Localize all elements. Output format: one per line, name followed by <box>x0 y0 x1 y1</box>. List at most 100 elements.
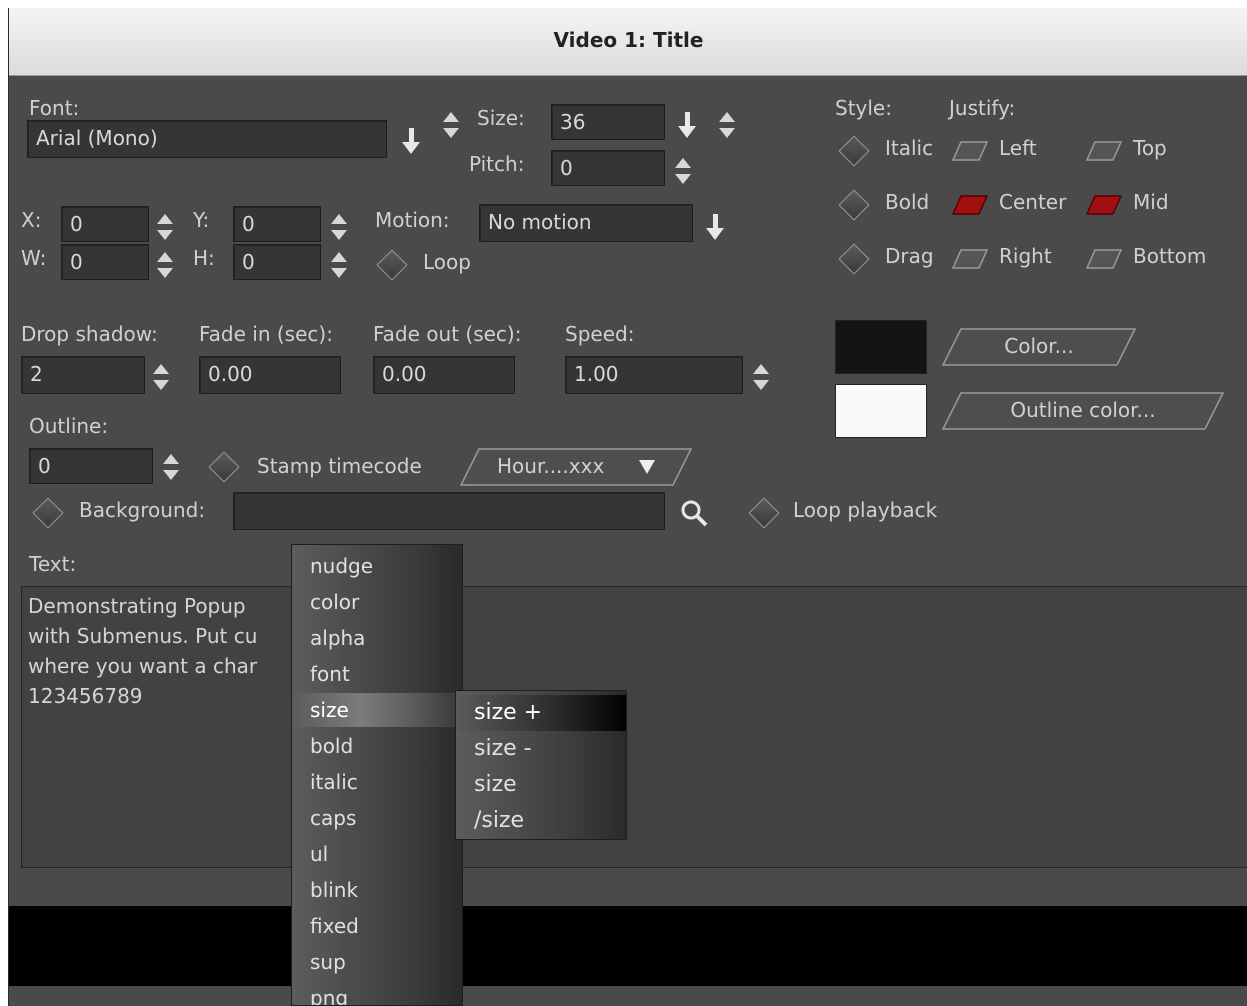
submenu-item-size[interactable]: size <box>456 767 626 803</box>
text-editor[interactable]: Demonstrating Popup with Submenus. Put c… <box>21 586 1247 868</box>
bold-label: Bold <box>885 190 930 214</box>
justify-bottom-radio[interactable] <box>1085 248 1123 270</box>
background-checkbox[interactable] <box>32 497 64 529</box>
submenu-item-size-plus[interactable]: size + <box>456 695 626 731</box>
menu-item-png[interactable]: png <box>292 981 462 1005</box>
outline-spin-icon[interactable] <box>161 450 181 484</box>
w-label: W: <box>21 246 47 270</box>
search-icon[interactable] <box>679 498 709 528</box>
text-line: Demonstrating Popup <box>28 594 246 618</box>
loop-checkbox[interactable] <box>376 249 408 281</box>
size-spin-icon[interactable] <box>717 108 737 142</box>
menu-item-color[interactable]: color <box>292 585 462 619</box>
h-field[interactable]: 0 <box>233 244 321 280</box>
justify-mid-radio[interactable] <box>1085 194 1123 216</box>
font-label: Font: <box>29 96 80 120</box>
italic-checkbox[interactable] <box>838 135 870 167</box>
text-line: 123456789 <box>28 684 143 708</box>
outline-color-button[interactable]: Outline color... <box>941 398 1225 422</box>
justify-top-label: Top <box>1133 136 1167 160</box>
text-label: Text: <box>29 552 77 576</box>
justify-right-label: Right <box>999 244 1052 268</box>
size-field[interactable]: 36 <box>551 104 665 140</box>
bold-checkbox[interactable] <box>838 189 870 221</box>
h-spin-icon[interactable] <box>329 248 349 282</box>
justify-bottom-label: Bottom <box>1133 244 1207 268</box>
loop-playback-label: Loop playback <box>793 498 938 522</box>
fade-out-field[interactable]: 0.00 <box>373 356 515 394</box>
menu-item-ul[interactable]: ul <box>292 837 462 871</box>
window-title: Video 1: Title <box>553 28 704 52</box>
font-field[interactable]: Arial (Mono) <box>27 120 387 158</box>
title-window: Video 1: Title Font: Arial (Mono) Size: … <box>8 8 1247 1006</box>
drop-shadow-field[interactable]: 2 <box>21 356 145 394</box>
justify-left-radio[interactable] <box>951 140 989 162</box>
text-line: where you want a char <box>28 654 258 678</box>
font-dropdown-arrow-icon[interactable] <box>399 124 423 158</box>
size-submenu: size + size - size /size <box>455 690 627 840</box>
timecode-format-dropdown[interactable]: Hour....xxx <box>497 454 604 478</box>
justify-left-label: Left <box>999 136 1037 160</box>
text-line: with Submenus. Put cu <box>28 624 258 648</box>
outline-color-swatch[interactable] <box>835 384 927 438</box>
speed-spin-icon[interactable] <box>751 360 771 394</box>
drag-checkbox[interactable] <box>838 243 870 275</box>
justify-center-label: Center <box>999 190 1067 214</box>
drop-shadow-label: Drop shadow: <box>21 322 158 346</box>
x-field[interactable]: 0 <box>61 206 149 242</box>
motion-field[interactable]: No motion <box>479 204 693 242</box>
submenu-item-size-close[interactable]: /size <box>456 803 626 839</box>
size-dropdown-arrow-icon[interactable] <box>675 108 699 142</box>
speed-label: Speed: <box>565 322 635 346</box>
justify-label: Justify: <box>949 96 1016 120</box>
menu-item-caps[interactable]: caps <box>292 801 462 835</box>
style-label: Style: <box>835 96 892 120</box>
color-button[interactable]: Color... <box>941 334 1137 358</box>
y-field[interactable]: 0 <box>233 206 321 242</box>
menu-item-bold[interactable]: bold <box>292 729 462 763</box>
w-spin-icon[interactable] <box>155 248 175 282</box>
outline-field[interactable]: 0 <box>29 448 153 484</box>
y-label: Y: <box>193 208 210 232</box>
menu-item-italic[interactable]: italic <box>292 765 462 799</box>
menu-item-nudge[interactable]: nudge <box>292 549 462 583</box>
menu-item-alpha[interactable]: alpha <box>292 621 462 655</box>
motion-dropdown-arrow-icon[interactable] <box>703 210 727 244</box>
speed-field[interactable]: 1.00 <box>565 356 743 394</box>
pitch-field[interactable]: 0 <box>551 150 665 186</box>
justify-top-radio[interactable] <box>1085 140 1123 162</box>
justify-center-radio[interactable] <box>951 194 989 216</box>
fade-in-label: Fade in (sec): <box>199 322 333 346</box>
pitch-spin-icon[interactable] <box>673 154 693 188</box>
drop-shadow-spin-icon[interactable] <box>151 360 171 394</box>
background-field[interactable] <box>233 492 665 530</box>
font-spin-icon[interactable] <box>441 108 461 142</box>
text-color-swatch[interactable] <box>835 320 927 374</box>
motion-label: Motion: <box>375 208 450 232</box>
submenu-item-size-minus[interactable]: size - <box>456 731 626 767</box>
fade-in-field[interactable]: 0.00 <box>199 356 341 394</box>
w-field[interactable]: 0 <box>61 244 149 280</box>
stamp-timecode-checkbox[interactable] <box>208 451 240 483</box>
drag-label: Drag <box>885 244 934 268</box>
y-spin-icon[interactable] <box>329 210 349 244</box>
loop-playback-checkbox[interactable] <box>748 497 780 529</box>
menu-item-size[interactable]: size <box>292 693 462 727</box>
timecode-dropdown-arrow-icon[interactable] <box>637 458 657 476</box>
loop-label: Loop <box>423 250 471 274</box>
x-spin-icon[interactable] <box>155 210 175 244</box>
menu-item-fixed[interactable]: fixed <box>292 909 462 943</box>
x-label: X: <box>21 208 42 232</box>
menu-item-sup[interactable]: sup <box>292 945 462 979</box>
title-bar[interactable]: Video 1: Title <box>9 8 1247 76</box>
menu-item-blink[interactable]: blink <box>292 873 462 907</box>
stamp-timecode-label: Stamp timecode <box>257 454 422 478</box>
popup-menu: nudge color alpha font size bold italic … <box>291 544 463 1006</box>
outline-label: Outline: <box>29 414 109 438</box>
preview-bar <box>9 906 1247 986</box>
background-label: Background: <box>79 498 206 522</box>
size-label: Size: <box>477 106 525 130</box>
h-label: H: <box>193 246 215 270</box>
menu-item-font[interactable]: font <box>292 657 462 691</box>
justify-right-radio[interactable] <box>951 248 989 270</box>
